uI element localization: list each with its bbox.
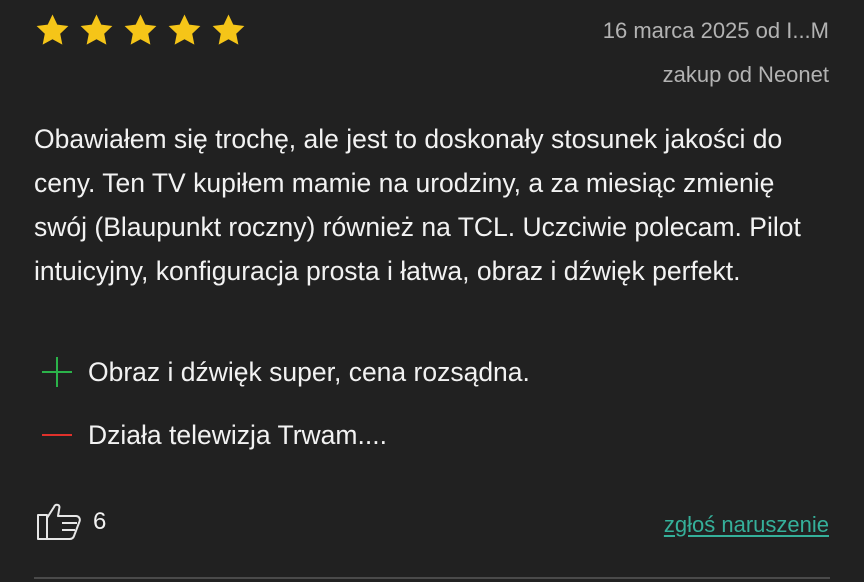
star-icon [78, 12, 115, 49]
like-button[interactable]: 6 [36, 502, 106, 542]
con-text: Działa telewizja Trwam.... [88, 419, 387, 450]
review-body: Obawiałem się trochę, ale jest to doskon… [34, 124, 801, 286]
star-icon [122, 12, 159, 49]
purchase-source: zakup od Neonet [662, 62, 829, 87]
minus-icon [40, 418, 74, 452]
star-icon [166, 12, 203, 49]
divider [34, 577, 830, 579]
review-pro: Obraz i dźwięk super, cena rozsądna. [40, 355, 530, 389]
plus-icon [40, 355, 74, 389]
star-rating [34, 12, 247, 49]
review-date-author: 16 marca 2025 od I...M [602, 18, 829, 43]
thumbs-up-icon[interactable] [36, 502, 82, 542]
pro-text: Obraz i dźwięk super, cena rozsądna. [88, 356, 530, 387]
like-count: 6 [93, 508, 107, 535]
review-con: Działa telewizja Trwam.... [40, 418, 387, 452]
report-link[interactable]: zgłoś naruszenie [664, 512, 829, 538]
star-icon [34, 12, 71, 49]
star-icon [210, 12, 247, 49]
review-card: 16 marca 2025 od I...M zakup od Neonet O… [0, 0, 864, 582]
